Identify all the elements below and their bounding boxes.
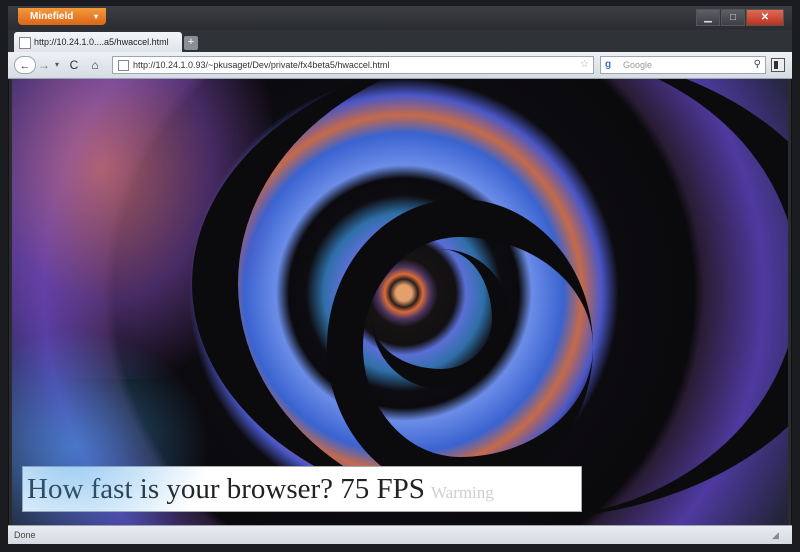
search-icon[interactable]: ⚲ [754, 57, 761, 73]
reload-button[interactable]: C [66, 56, 82, 74]
status-word: Warming [430, 483, 494, 502]
window-controls: ▁ □ ✕ [695, 9, 784, 26]
new-tab-button[interactable]: + [184, 36, 198, 50]
history-dropdown-button[interactable]: ▾ [52, 56, 62, 74]
reload-icon: C [69, 58, 79, 72]
chevron-down-icon: ▾ [93, 12, 98, 21]
back-arrow-icon: ← [19, 60, 31, 72]
back-button[interactable]: ← [14, 56, 36, 74]
app-name: Minefield [30, 11, 74, 22]
resize-grip-icon[interactable]: ◢ [772, 530, 782, 540]
minimize-button[interactable]: ▁ [696, 9, 720, 26]
tab-hwaccel[interactable]: http://10.24.1.0....a5/hwaccel.html [14, 32, 182, 52]
app-menu-button[interactable]: Minefield ▾ [18, 8, 106, 25]
site-identity-icon [118, 60, 129, 71]
maximize-button[interactable]: □ [721, 9, 745, 26]
forward-button[interactable]: → [35, 56, 53, 74]
browser-window: Minefield ▾ ▁ □ ✕ http://10.24.1.0....a5… [8, 6, 792, 544]
url-text: http://10.24.1.0.93/~pkusaget/Dev/privat… [133, 60, 390, 70]
home-button[interactable]: ⌂ [87, 56, 103, 74]
tab-title: http://10.24.1.0....a5/hwaccel.html [34, 37, 169, 47]
bookmark-star-icon[interactable]: ☆ [580, 57, 589, 73]
sidebar-icon[interactable] [771, 58, 785, 72]
url-bar[interactable]: http://10.24.1.0.93/~pkusaget/Dev/privat… [112, 56, 594, 74]
search-placeholder: Google [623, 60, 653, 70]
home-icon: ⌂ [91, 58, 99, 72]
forward-arrow-icon: → [38, 58, 50, 72]
chevron-down-icon: ▾ [54, 60, 59, 69]
favicon-icon [19, 37, 31, 49]
google-icon[interactable]: g [605, 59, 617, 71]
spiral-arm-inner [372, 249, 510, 389]
status-bar: Done ◢ [8, 525, 792, 544]
fps-caption: How fast is your browser? 75 FPS Warming [22, 466, 582, 512]
fps-value: 75 FPS [340, 473, 425, 505]
status-text: Done [14, 530, 36, 540]
navigation-toolbar: ← → ▾ C ⌂ http://10.24.1.0.93/~pkusaget/… [8, 52, 792, 79]
caption-prefix: How fast is your browser? [27, 473, 334, 505]
close-button[interactable]: ✕ [746, 9, 784, 26]
webgl-canvas[interactable]: How fast is your browser? 75 FPS Warming [12, 79, 788, 525]
search-input[interactable]: g Google ⚲ [600, 56, 766, 74]
tab-strip: http://10.24.1.0....a5/hwaccel.html + [8, 30, 792, 52]
title-bar: Minefield ▾ ▁ □ ✕ [8, 6, 792, 30]
